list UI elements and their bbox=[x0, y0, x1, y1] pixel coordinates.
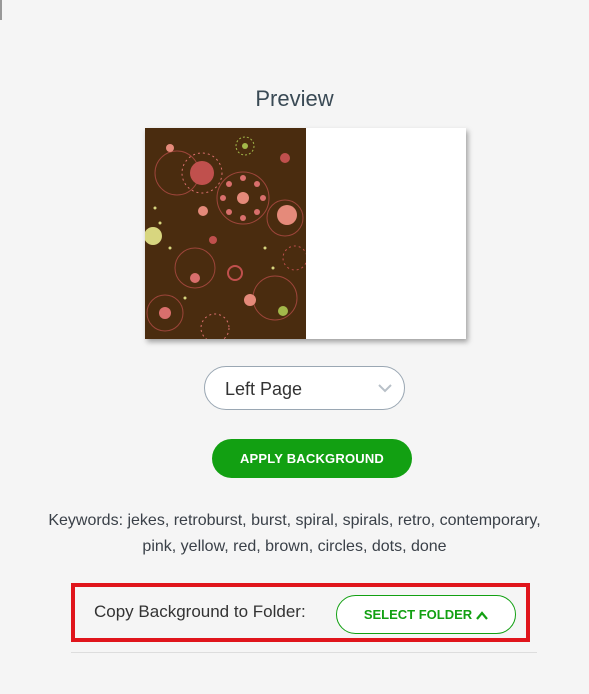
preview-right-page bbox=[306, 128, 466, 339]
page-select-dropdown[interactable]: Left Page bbox=[204, 366, 405, 410]
preview-title: Preview bbox=[255, 86, 334, 111]
select-folder-label: SELECT FOLDER bbox=[363, 607, 473, 622]
keywords-line-2: pink, yellow, red, brown, circles, dots,… bbox=[142, 538, 447, 555]
keywords-text: Keywords: jekes, retroburst, burst, spir… bbox=[20, 508, 569, 560]
window-edge bbox=[0, 0, 2, 20]
copy-to-folder-section: Copy Background to Folder: SELECT FOLDER bbox=[71, 583, 530, 642]
chevron-up-icon bbox=[476, 610, 489, 620]
preview-left-page bbox=[145, 128, 306, 339]
select-folder-button[interactable]: SELECT FOLDER bbox=[336, 595, 516, 634]
page-select-value: Left Page bbox=[225, 379, 303, 399]
background-preview bbox=[145, 128, 466, 339]
apply-background-button[interactable]: APPLY BACKGROUND bbox=[212, 439, 412, 478]
copy-to-folder-label: Copy Background to Folder: bbox=[94, 602, 306, 621]
divider bbox=[71, 652, 537, 653]
keywords-line-1: Keywords: jekes, retroburst, burst, spir… bbox=[48, 512, 541, 529]
chevron-down-icon bbox=[378, 384, 392, 393]
retroburst-pattern bbox=[145, 128, 306, 339]
